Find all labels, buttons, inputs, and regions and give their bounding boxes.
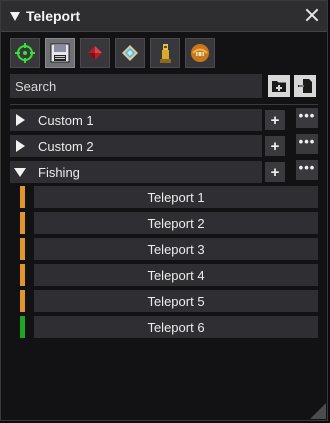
new-folder-icon — [272, 81, 286, 92]
collapse-triangle-icon[interactable] — [10, 11, 20, 21]
bread-tool-button[interactable] — [185, 38, 215, 68]
group-custom-1-more-button[interactable]: ••• — [296, 108, 318, 128]
group-custom-2-add-button[interactable]: + — [265, 136, 285, 156]
group-custom-1[interactable]: Custom 1 — [10, 109, 262, 131]
toolbar — [10, 38, 215, 68]
item-label: Teleport 1 — [147, 189, 205, 205]
teleport-item-5[interactable]: Teleport 5 — [34, 290, 318, 312]
expand-arrow-icon[interactable] — [16, 140, 25, 152]
item-label: Teleport 2 — [147, 215, 205, 231]
save-tool-button[interactable] — [45, 38, 75, 68]
plus-icon: + — [270, 163, 280, 181]
title-bar[interactable]: Teleport — [1, 1, 327, 32]
item-color-marker — [20, 186, 25, 208]
group-custom-1-add-button[interactable]: + — [265, 110, 285, 130]
blue-diamond-icon — [122, 45, 138, 61]
plus-icon: + — [270, 111, 280, 129]
save-icon — [50, 43, 70, 63]
teleport-item-6[interactable]: Teleport 6 — [34, 316, 318, 338]
group-label: Custom 2 — [38, 138, 94, 154]
item-label: Teleport 5 — [147, 293, 205, 309]
window-title: Teleport — [26, 8, 81, 24]
statue-icon — [160, 44, 171, 63]
red-gem-icon — [88, 46, 102, 60]
teleport-item-4[interactable]: Teleport 4 — [34, 264, 318, 286]
close-button[interactable] — [305, 8, 319, 22]
search-row — [10, 74, 318, 98]
teleport-window: Teleport Search Custom 1 + ••• Custom 2 … — [0, 0, 328, 421]
item-label: Teleport 4 — [147, 267, 205, 283]
plus-icon: + — [270, 137, 280, 155]
more-dots-icon: ••• — [298, 107, 316, 123]
expand-arrow-icon[interactable] — [16, 114, 25, 126]
search-input[interactable] — [10, 74, 262, 98]
item-label: Teleport 3 — [147, 241, 205, 257]
item-color-marker — [20, 212, 25, 234]
more-dots-icon: ••• — [298, 133, 316, 149]
import-button[interactable] — [294, 75, 316, 97]
item-label: Teleport 6 — [147, 319, 205, 335]
collapse-arrow-icon[interactable] — [14, 167, 26, 177]
target-icon — [15, 43, 35, 63]
new-folder-button[interactable] — [268, 75, 290, 97]
item-color-marker — [20, 316, 25, 338]
group-label: Custom 1 — [38, 112, 94, 128]
group-label: Fishing — [38, 164, 80, 180]
teleport-item-1[interactable]: Teleport 1 — [34, 186, 318, 208]
import-icon — [298, 79, 312, 93]
statue-tool-button[interactable] — [150, 38, 180, 68]
group-fishing[interactable]: Fishing — [10, 161, 262, 183]
item-color-marker — [20, 238, 25, 260]
more-dots-icon: ••• — [298, 159, 316, 175]
blue-diamond-tool-button[interactable] — [115, 38, 145, 68]
group-fishing-more-button[interactable]: ••• — [296, 160, 318, 180]
target-tool-button[interactable] — [10, 38, 40, 68]
resize-grip-icon[interactable] — [310, 403, 326, 419]
group-custom-2[interactable]: Custom 2 — [10, 135, 262, 157]
divider — [10, 104, 318, 105]
teleport-item-3[interactable]: Teleport 3 — [34, 238, 318, 260]
item-color-marker — [20, 290, 25, 312]
teleport-item-2[interactable]: Teleport 2 — [34, 212, 318, 234]
red-gem-tool-button[interactable] — [80, 38, 110, 68]
item-color-marker — [20, 264, 25, 286]
group-custom-2-more-button[interactable]: ••• — [296, 134, 318, 154]
bread-icon — [191, 44, 209, 62]
group-fishing-add-button[interactable]: + — [265, 162, 285, 182]
